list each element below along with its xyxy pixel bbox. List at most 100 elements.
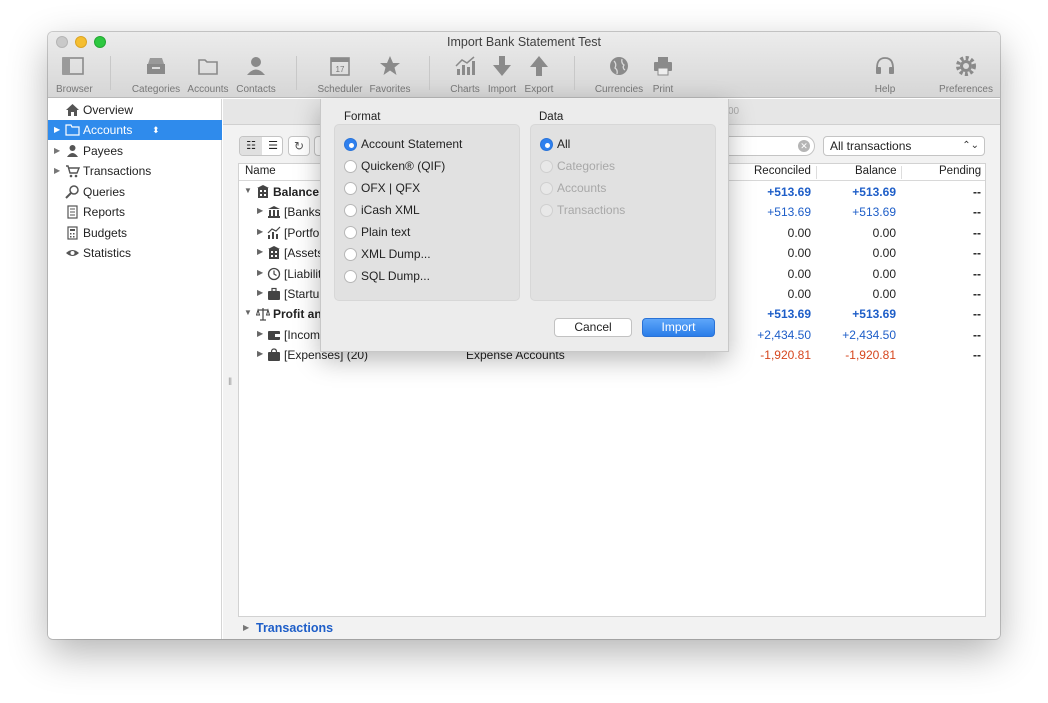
row-pending: -- <box>973 205 981 220</box>
disclosure-triangle-icon[interactable]: ▶ <box>243 623 249 632</box>
sidebar-item-payees[interactable]: ▶ Payees <box>48 141 222 161</box>
sort-updown-icon[interactable]: ⬍ <box>152 120 160 140</box>
bag-icon <box>267 348 281 362</box>
list-view-button[interactable]: ☰ <box>262 137 282 155</box>
row-name: [Banks] <box>284 205 325 220</box>
updown-chevron-icon: ⌃⌄ <box>962 140 979 151</box>
sidebar-item-queries[interactable]: Queries <box>48 182 222 202</box>
toolbar-import-button[interactable]: Import <box>484 54 520 96</box>
radio-button-icon[interactable] <box>344 182 357 195</box>
split-view-handle[interactable]: ‖ <box>228 377 232 388</box>
chart-icon <box>446 54 484 80</box>
toolbar-currencies-button[interactable]: Currencies <box>592 54 646 96</box>
row-pending: -- <box>973 307 981 322</box>
eye-icon <box>65 246 80 260</box>
disclosure-triangle-icon[interactable]: ▶ <box>54 161 60 181</box>
format-group-title: Format <box>344 111 381 123</box>
disclosure-triangle-icon[interactable]: ▶ <box>257 227 263 236</box>
radio-button-icon[interactable] <box>344 138 357 151</box>
wallet-icon <box>267 328 281 342</box>
column-header-reconciled[interactable]: Reconciled <box>754 165 811 177</box>
toolbar-contacts-button[interactable]: Contacts <box>234 54 278 96</box>
toolbar-help-button[interactable]: Help <box>868 54 902 96</box>
sidebar-item-overview[interactable]: Overview <box>48 100 222 120</box>
outline-view-button[interactable]: ☷ <box>240 137 262 155</box>
toolbar-charts-button[interactable]: Charts <box>446 54 484 96</box>
printer-icon <box>646 54 680 80</box>
disclosure-triangle-icon[interactable]: ▶ <box>54 141 60 161</box>
toolbar-browser-button[interactable]: Browser <box>56 54 93 96</box>
row-balance: +513.69 <box>852 205 896 220</box>
row-balance: +2,434.50 <box>842 327 896 342</box>
row-balance: 0.00 <box>872 246 896 261</box>
disclosure-triangle-icon[interactable]: ▶ <box>257 288 263 297</box>
row-name: Balance <box>273 185 320 199</box>
data-group-title: Data <box>539 111 564 123</box>
refresh-button[interactable]: ↻ <box>288 136 310 156</box>
radio-button-icon[interactable] <box>344 160 357 173</box>
disclosure-triangle-icon[interactable]: ▼ <box>244 308 252 317</box>
column-header-balance[interactable]: Balance <box>855 165 897 177</box>
toolbar-accounts-button[interactable]: Accounts <box>186 54 230 96</box>
row-pending: -- <box>973 225 981 240</box>
arrow-up-icon <box>521 54 557 80</box>
column-header-name[interactable]: Name <box>245 165 276 177</box>
disclosure-triangle-icon[interactable]: ▶ <box>257 329 263 338</box>
toolbar-scheduler-button[interactable]: 17 Scheduler <box>314 54 366 96</box>
toolbar-favorites-button[interactable]: Favorites <box>368 54 412 96</box>
sidebar-item-reports[interactable]: Reports <box>48 202 222 222</box>
globe-icon <box>592 54 646 80</box>
clock-icon <box>267 267 281 281</box>
clear-search-icon[interactable]: ✕ <box>798 140 810 152</box>
toolbar-export-button[interactable]: Export <box>521 54 557 96</box>
disclosure-triangle-icon[interactable]: ▶ <box>257 349 263 358</box>
sidebar-item-budgets[interactable]: Budgets <box>48 223 222 243</box>
header-fragment-text: 00 <box>728 106 740 117</box>
toolbar-categories-button[interactable]: Categories <box>130 54 182 96</box>
refresh-icon: ↻ <box>293 139 305 153</box>
sidebar-item-accounts[interactable]: ▶ Accounts ⬍ <box>48 120 222 140</box>
calculator-icon <box>65 226 80 240</box>
cancel-button[interactable]: Cancel <box>554 318 632 337</box>
column-separator <box>901 166 902 179</box>
disclosure-triangle-icon[interactable]: ▶ <box>257 206 263 215</box>
disclosure-triangle-icon[interactable]: ▶ <box>257 247 263 256</box>
import-button[interactable]: Import <box>642 318 715 337</box>
gear-icon <box>936 54 996 80</box>
radio-button-icon[interactable] <box>344 204 357 217</box>
sidebar-item-statistics[interactable]: Statistics <box>48 243 222 263</box>
magnifier-icon <box>65 185 80 199</box>
sidebar-item-transactions[interactable]: ▶ Transactions <box>48 161 222 181</box>
categories-icon <box>130 54 182 80</box>
disclosure-triangle-icon[interactable]: ▼ <box>244 186 252 195</box>
accounts-folder-icon <box>186 54 230 80</box>
radio-label: iCash XML <box>361 203 420 217</box>
building-icon <box>256 185 270 199</box>
radio-label: OFX | QFX <box>361 181 421 195</box>
radio-label: Accounts <box>557 181 607 195</box>
bank-icon <box>267 205 281 219</box>
row-balance: 0.00 <box>872 225 896 240</box>
house-icon <box>65 103 80 117</box>
transactions-section[interactable]: ▶ Transactions <box>238 619 538 639</box>
radio-button-icon[interactable] <box>344 248 357 261</box>
disclosure-triangle-icon[interactable]: ▶ <box>257 268 263 277</box>
title-bar: Import Bank Statement Test Browser Categ… <box>48 32 1000 98</box>
headset-icon <box>868 54 902 80</box>
column-header-pending[interactable]: Pending <box>939 165 981 177</box>
radio-button-icon[interactable] <box>344 270 357 283</box>
disclosure-triangle-icon[interactable]: ▶ <box>54 120 60 140</box>
radio-button-icon[interactable] <box>540 138 553 151</box>
radio-label: Quicken® (QIF) <box>361 159 446 173</box>
format-group: Account Statement Quicken® (QIF) OFX | QFX… <box>334 124 520 301</box>
toolbar-separator <box>296 56 297 90</box>
calendar-icon: 17 <box>314 54 366 80</box>
radio-button-icon[interactable] <box>344 226 357 239</box>
transactions-filter-select[interactable]: All transactions ⌃⌄ <box>823 136 985 156</box>
chart-icon <box>267 226 281 240</box>
row-name: [Portfol <box>284 225 323 240</box>
toolbar-preferences-button[interactable]: Preferences <box>936 54 996 96</box>
row-pending: -- <box>973 185 981 199</box>
toolbar-separator <box>574 56 575 90</box>
toolbar-print-button[interactable]: Print <box>646 54 680 96</box>
